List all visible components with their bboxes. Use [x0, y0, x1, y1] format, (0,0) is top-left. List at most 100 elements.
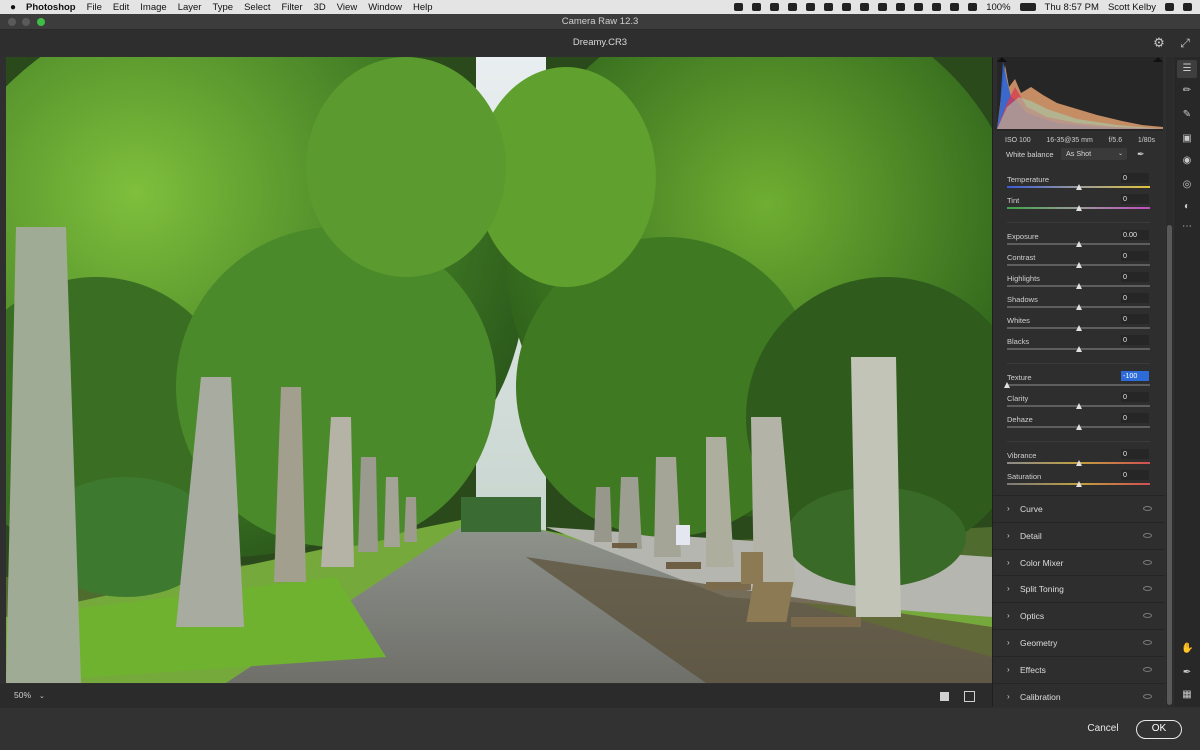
zoom-window-icon[interactable] [37, 18, 45, 26]
menu-layer[interactable]: Layer [178, 2, 202, 13]
section-optics[interactable]: › Optics [993, 602, 1165, 628]
contrast-value-input[interactable]: 0 [1121, 251, 1149, 261]
more-icon[interactable]: ⋯ [1181, 221, 1193, 233]
visibility-eye-icon[interactable] [1143, 586, 1152, 592]
dropbox-icon[interactable] [734, 3, 744, 11]
battery-percent[interactable]: 100% [986, 2, 1010, 13]
app-menu[interactable]: Photoshop [26, 2, 76, 13]
temperature-thumb[interactable] [1075, 184, 1082, 190]
visibility-eye-icon[interactable] [1143, 559, 1152, 565]
menu-select[interactable]: Select [244, 2, 270, 13]
whites-thumb[interactable] [1075, 325, 1082, 331]
user-name[interactable]: Scott Kelby [1108, 2, 1156, 13]
chevron-right-icon[interactable]: › [1007, 611, 1010, 620]
edit-sliders-icon[interactable]: ☰ [1177, 60, 1197, 78]
highlights-value-input[interactable]: 0 [1121, 272, 1149, 282]
menu-type[interactable]: Type [212, 2, 233, 13]
chevron-right-icon[interactable]: › [1007, 584, 1010, 593]
wifi-icon[interactable] [950, 3, 960, 11]
highlight-clip-icon[interactable] [1153, 57, 1163, 62]
vibrance-thumb[interactable] [1075, 460, 1082, 466]
visibility-eye-icon[interactable] [1143, 613, 1152, 619]
visibility-eye-icon[interactable] [1143, 640, 1152, 645]
clarity-thumb[interactable] [1075, 403, 1082, 409]
before-after-view-icon[interactable] [964, 691, 975, 702]
chevron-right-icon[interactable]: › [1007, 558, 1010, 567]
record-icon[interactable] [842, 3, 852, 11]
clarity-value-input[interactable]: 0 [1121, 392, 1149, 402]
texture-track[interactable] [1007, 384, 1150, 386]
color-sampler-icon[interactable]: ✒ [1181, 667, 1193, 679]
exposure-thumb[interactable] [1075, 241, 1082, 247]
cancel-button[interactable]: Cancel [1078, 720, 1128, 738]
apple-menu-icon[interactable]: ● [0, 2, 26, 13]
contrast-thumb[interactable] [1075, 262, 1082, 268]
visibility-eye-icon[interactable] [1143, 532, 1152, 538]
info-icon[interactable] [824, 3, 834, 11]
section-effects[interactable]: › Effects [993, 655, 1165, 682]
volume-icon[interactable] [968, 3, 978, 11]
menu-edit[interactable]: Edit [113, 2, 129, 13]
chevron-right-icon[interactable]: › [1007, 531, 1010, 540]
shadows-thumb[interactable] [1075, 304, 1082, 310]
texture-value-input[interactable]: -100 [1121, 371, 1149, 381]
search-icon[interactable] [1165, 3, 1174, 11]
brush-icon[interactable]: ✎ [1181, 109, 1193, 121]
ok-button[interactable]: OK [1136, 720, 1182, 739]
camera-icon[interactable] [770, 3, 780, 11]
chevron-right-icon[interactable]: › [1007, 665, 1010, 674]
menu-window[interactable]: Window [368, 2, 402, 13]
dehaze-value-input[interactable]: 0 [1121, 413, 1149, 423]
shadows-value-input[interactable]: 0 [1121, 293, 1149, 303]
radial-filter-icon[interactable]: ◉ [1181, 155, 1193, 167]
chevron-right-icon[interactable]: › [1007, 638, 1010, 647]
red-eye-icon[interactable]: ◎ [1181, 179, 1193, 191]
panel-scrollbar[interactable] [1166, 57, 1173, 707]
visibility-eye-icon[interactable] [1143, 693, 1152, 699]
menu-help[interactable]: Help [413, 2, 433, 13]
gear-icon[interactable]: ⚙ [1152, 36, 1166, 50]
bluetooth-icon[interactable] [896, 3, 906, 11]
clock[interactable]: Thu 8:57 PM [1045, 2, 1099, 13]
section-geometry[interactable]: › Geometry [993, 629, 1165, 655]
graduated-filter-icon[interactable]: ▣ [1181, 133, 1193, 145]
white-balance-select[interactable]: As Shot ⌄ [1061, 148, 1127, 160]
saturation-thumb[interactable] [1075, 481, 1082, 487]
temperature-value-input[interactable]: 0 [1121, 173, 1149, 183]
menu-filter[interactable]: Filter [281, 2, 302, 13]
airplay-icon[interactable] [914, 3, 924, 11]
section-calibration[interactable]: › Calibration [993, 682, 1165, 709]
section-detail[interactable]: › Detail [993, 521, 1165, 548]
menu-3d[interactable]: 3D [314, 2, 326, 13]
blacks-thumb[interactable] [1075, 346, 1082, 352]
hand-icon[interactable]: ✋ [1181, 643, 1193, 655]
presets-icon[interactable]: ◐ [1181, 201, 1193, 213]
crop-icon[interactable]: ✏ [1181, 85, 1193, 97]
menu-image[interactable]: Image [140, 2, 166, 13]
bolt-icon[interactable] [752, 3, 762, 11]
dehaze-thumb[interactable] [1075, 424, 1082, 430]
time-machine-icon[interactable] [932, 3, 942, 11]
grid-icon[interactable]: ▦ [1181, 689, 1193, 701]
texture-thumb[interactable] [1004, 382, 1010, 388]
section-color-mixer[interactable]: › Color Mixer [993, 548, 1165, 575]
eyedropper-icon[interactable]: ✒ [1137, 148, 1149, 160]
section-curve[interactable]: › Curve [993, 495, 1165, 521]
whites-value-input[interactable]: 0 [1121, 314, 1149, 324]
exposure-value-input[interactable]: 0.00 [1121, 230, 1149, 240]
blacks-value-input[interactable]: 0 [1121, 335, 1149, 345]
chevron-right-icon[interactable]: › [1007, 692, 1010, 701]
visibility-eye-icon[interactable] [1143, 666, 1152, 672]
single-view-icon[interactable] [940, 692, 949, 701]
photo-preview[interactable] [6, 57, 992, 683]
menu-file[interactable]: File [87, 2, 102, 13]
section-split-toning[interactable]: › Split Toning [993, 575, 1165, 601]
tint-thumb[interactable] [1075, 205, 1082, 211]
shadow-clip-icon[interactable] [997, 57, 1007, 62]
pen-icon[interactable] [878, 3, 888, 11]
image-icon[interactable] [860, 3, 870, 11]
chevron-right-icon[interactable]: › [1007, 504, 1010, 513]
minimize-window-icon[interactable] [22, 18, 30, 26]
close-window-icon[interactable] [8, 18, 16, 26]
visibility-eye-icon[interactable] [1143, 506, 1152, 511]
